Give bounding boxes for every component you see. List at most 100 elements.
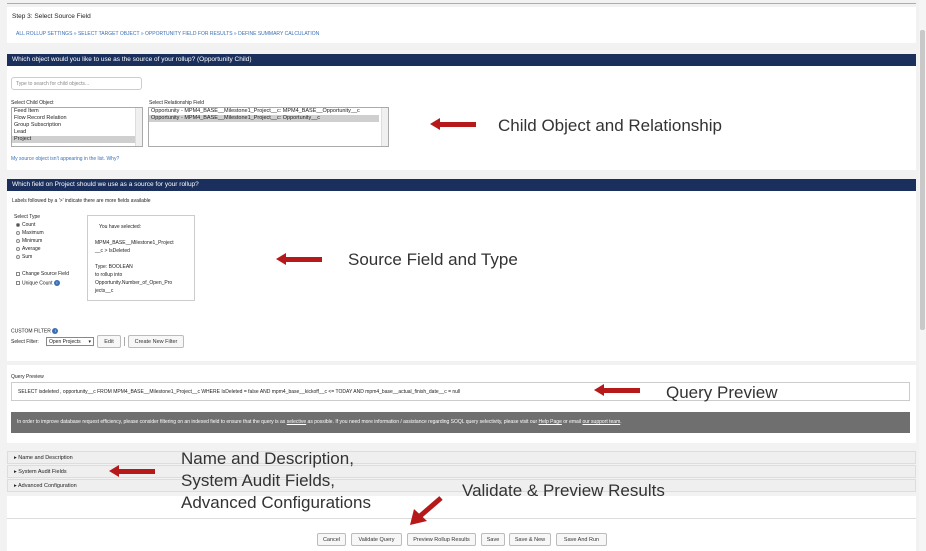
help-page-link[interactable]: Help Page xyxy=(539,419,562,425)
scrollbar[interactable] xyxy=(135,108,142,146)
notice-text: In order to improve database request eff… xyxy=(17,419,286,425)
annotation-validate: Validate & Preview Results xyxy=(462,481,665,500)
selection-line: to rollup into xyxy=(95,272,123,278)
selective-link[interactable]: selective xyxy=(287,419,306,425)
type-radio-maximum[interactable]: Maximum xyxy=(16,230,44,236)
chevron-down-icon: ▾ xyxy=(88,339,91,345)
change-source-label: Change Source Field xyxy=(22,271,69,277)
save-new-button[interactable]: Save & New xyxy=(509,533,551,546)
scrollbar[interactable] xyxy=(381,108,388,146)
source-object-header: Which object would you like to use as th… xyxy=(7,54,916,66)
type-label: Maximum xyxy=(22,230,44,236)
notice-text: or email xyxy=(563,419,582,425)
relationship-label: Select Relationship Field xyxy=(149,100,205,106)
radio-icon xyxy=(16,230,20,235)
divider xyxy=(7,518,916,519)
save-and-run-button[interactable]: Save And Run xyxy=(556,533,607,546)
list-item[interactable]: Opportunity - MPM4_BASE__Milestone1_Proj… xyxy=(149,108,379,115)
type-label: Minimum xyxy=(22,238,43,244)
list-item-selected[interactable]: Opportunity - MPM4_BASE__Milestone1_Proj… xyxy=(149,115,379,122)
selection-box: You have selected: MPM4_BASE__Milestone1… xyxy=(87,215,195,301)
accordion-label: Advanced Configuration xyxy=(18,483,77,489)
arrow-icon xyxy=(276,253,322,265)
selection-line: Type: BOOLEAN xyxy=(95,264,133,270)
info-icon[interactable]: i xyxy=(52,328,59,334)
unique-count-checkbox[interactable]: Unique Count i xyxy=(16,280,60,286)
annotation-line: Advanced Configurations xyxy=(181,493,371,512)
edit-filter-button[interactable]: Edit xyxy=(97,335,121,348)
list-item-selected[interactable]: Project xyxy=(12,136,142,143)
more-fields-hint: Labels followed by a '>' indicate there … xyxy=(12,198,151,204)
child-object-list[interactable]: Feed Item Flow Record Relation Group Sub… xyxy=(11,107,143,147)
query-notice: In order to improve database request eff… xyxy=(11,412,910,433)
top-red-line xyxy=(7,3,916,4)
selection-line: You have selected: xyxy=(99,224,142,230)
child-search-placeholder: Type to search for child objects... xyxy=(16,81,90,87)
arrow-icon xyxy=(594,384,640,396)
breadcrumb[interactable]: ALL ROLLUP SETTINGS » SELECT TARGET OBJE… xyxy=(16,31,319,37)
save-button[interactable]: Save xyxy=(481,533,505,546)
accordion-label: System Audit Fields xyxy=(18,469,67,475)
notice-text: as possible. If you need more informatio… xyxy=(307,419,538,425)
source-field-panel: Labels followed by a '>' indicate there … xyxy=(7,191,916,361)
child-object-label: Select Child Object xyxy=(11,100,54,106)
cancel-button[interactable]: Cancel xyxy=(317,533,346,546)
annotation-sections: Name and Description, System Audit Field… xyxy=(181,448,371,514)
annotation-line: Name and Description, xyxy=(181,449,354,468)
page-scrollbar[interactable] xyxy=(919,0,926,551)
info-icon[interactable]: i xyxy=(53,280,60,286)
type-radio-count[interactable]: Count xyxy=(16,222,35,228)
support-link[interactable]: our support team xyxy=(582,419,620,425)
child-search-input[interactable]: Type to search for child objects... xyxy=(11,77,142,90)
source-object-panel: Type to search for child objects... Sele… xyxy=(7,66,916,170)
step-title: Step 3: Select Source Field xyxy=(12,13,91,20)
create-filter-button[interactable]: Create New Filter xyxy=(128,335,184,348)
change-source-checkbox[interactable]: Change Source Field xyxy=(16,271,69,277)
validate-query-button[interactable]: Validate Query xyxy=(351,533,402,546)
selection-line: jects__c xyxy=(95,288,114,294)
type-label: Sum xyxy=(22,254,33,260)
radio-icon xyxy=(16,238,20,243)
query-text: SELECT isdeleted , opportunity__c FROM M… xyxy=(18,389,461,395)
type-radio-sum[interactable]: Sum xyxy=(16,254,32,260)
selection-line: Opportunity.Number_of_Open_Pro xyxy=(95,280,173,286)
list-item[interactable]: Lead xyxy=(12,129,142,136)
arrow-icon xyxy=(430,118,476,130)
radio-icon xyxy=(16,222,20,227)
relationship-list[interactable]: Opportunity - MPM4_BASE__Milestone1_Proj… xyxy=(148,107,389,147)
list-item[interactable]: Group Subscription xyxy=(12,122,142,129)
radio-icon xyxy=(16,254,20,259)
annotation-source-field: Source Field and Type xyxy=(348,250,518,269)
selection-line: __c > IsDeleted xyxy=(95,248,130,254)
selection-line: MPM4_BASE__Milestone1_Project xyxy=(95,240,174,246)
select-filter-label: Select Filter: xyxy=(11,339,39,345)
annotation-query-preview: Query Preview xyxy=(666,383,778,402)
annotation-line: System Audit Fields, xyxy=(181,471,336,490)
custom-filter-text: CUSTOM FILTER xyxy=(11,328,51,335)
query-panel: Query Preview SELECT isdeleted , opportu… xyxy=(7,365,916,443)
accordion-label: Name and Description xyxy=(18,455,73,461)
query-preview-label: Query Preview xyxy=(11,374,44,380)
type-radio-minimum[interactable]: Minimum xyxy=(16,238,42,244)
list-item[interactable]: Feed Item xyxy=(12,108,142,115)
annotation-child-object: Child Object and Relationship xyxy=(498,116,722,135)
preview-rollup-button[interactable]: Preview Rollup Results xyxy=(407,533,476,546)
checkbox-icon xyxy=(16,271,20,276)
list-item[interactable]: Flow Record Relation xyxy=(12,115,142,122)
button-divider xyxy=(124,337,125,346)
type-radio-average[interactable]: Average xyxy=(16,246,41,252)
scrollbar-thumb[interactable] xyxy=(920,30,925,330)
arrow-icon xyxy=(109,465,155,477)
filter-select[interactable]: Open Projects ▾ xyxy=(46,337,94,346)
custom-filter-label: CUSTOM FILTER i xyxy=(11,328,59,335)
arrow-icon xyxy=(410,496,443,525)
step-header: Step 3: Select Source Field ALL ROLLUP S… xyxy=(7,3,916,43)
radio-icon xyxy=(16,246,20,251)
missing-object-link[interactable]: My source object isn't appearing in the … xyxy=(11,156,119,162)
source-field-header: Which field on Project should we use as … xyxy=(7,179,916,191)
checkbox-icon xyxy=(16,281,20,285)
accordion-name-description[interactable]: ▸ Name and Description xyxy=(7,451,916,464)
type-label: Average xyxy=(22,246,41,252)
filter-select-value: Open Projects xyxy=(49,339,81,345)
select-type-label: Select Type xyxy=(14,214,41,220)
